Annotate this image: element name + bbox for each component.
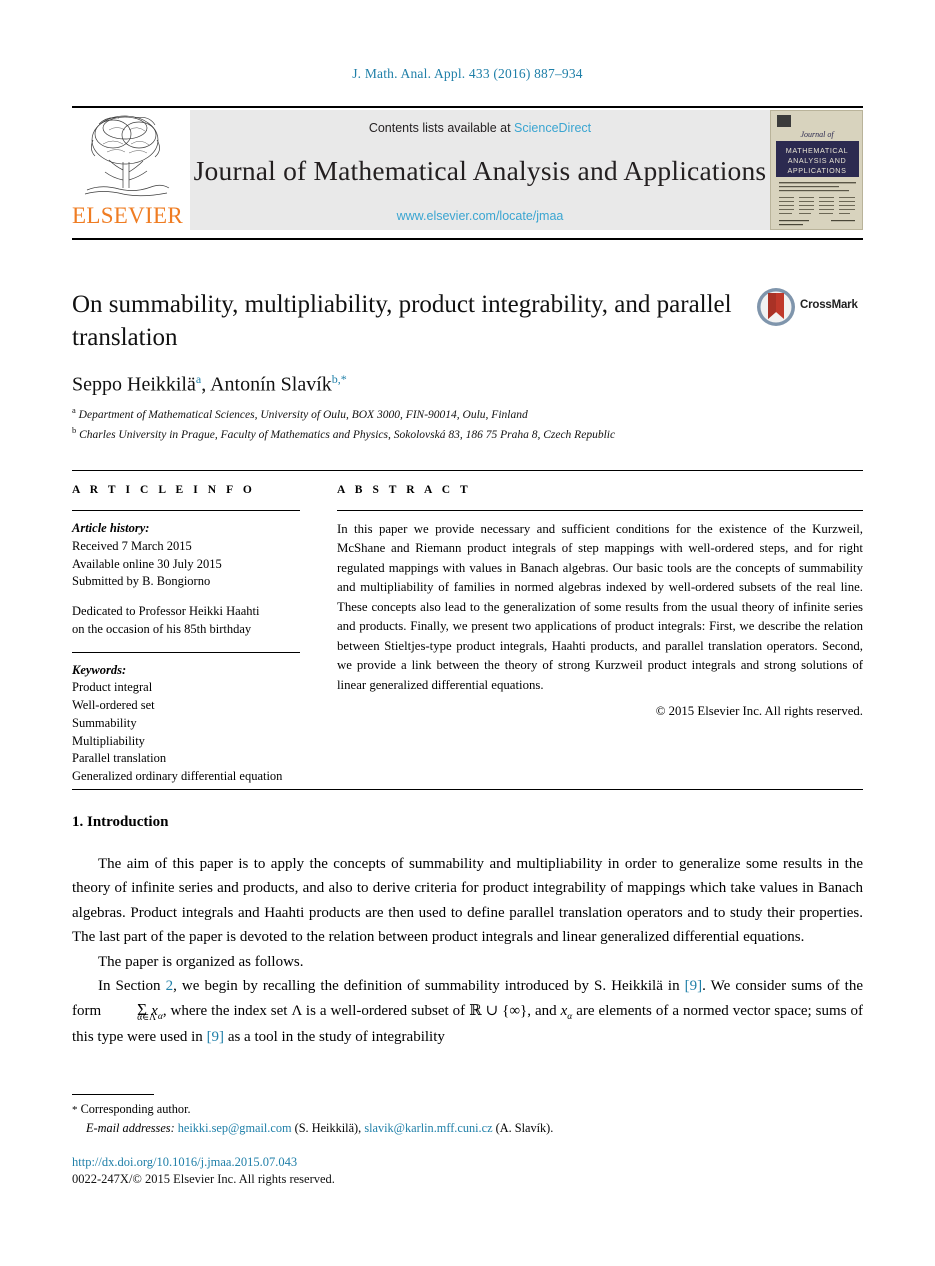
paragraph-1: The aim of this paper is to apply the co… xyxy=(72,856,863,946)
author-list: Seppo Heikkiläa, Antonín Slavíkb,* xyxy=(72,372,347,396)
cover-artwork: Journal of MATHEMATICAL ANALYSIS AND APP… xyxy=(771,111,862,229)
article-history-heading: Article history: xyxy=(72,521,150,535)
issn-copyright-line: 0022-247X/© 2015 Elsevier Inc. All right… xyxy=(72,1172,335,1186)
email-owner-2: (A. Slavík). xyxy=(495,1120,554,1135)
band-rule-bottom xyxy=(72,789,863,790)
affiliation-text-b: Charles University in Prague, Faculty of… xyxy=(79,428,616,441)
paragraph-2: The paper is organized as follows. xyxy=(98,953,304,970)
email-label: E-mail addresses: xyxy=(86,1120,175,1135)
affiliations: a Department of Mathematical Sciences, U… xyxy=(72,404,862,443)
email-owner-1: (S. Heikkilä), xyxy=(294,1120,362,1135)
email-note: E-mail addresses: heikki.sep@gmail.com (… xyxy=(72,1119,863,1137)
section-reference-link[interactable]: 2 xyxy=(166,978,174,994)
running-head: J. Math. Anal. Appl. 433 (2016) 887–934 xyxy=(352,66,583,81)
abstract-kicker: A B S T R A C T xyxy=(337,484,472,496)
section-heading-introduction: 1. Introduction xyxy=(72,814,169,830)
keyword-item: Well-ordered set xyxy=(72,698,155,712)
para3-part-d: , where the index set Λ is a well-ordere… xyxy=(162,1002,557,1019)
citation-link-9b[interactable]: [9] xyxy=(207,1029,225,1045)
summand-subscript-2: α xyxy=(567,1011,573,1022)
keyword-item: Multipliability xyxy=(72,733,145,748)
header-rule-top xyxy=(72,106,863,108)
contents-line: Contents lists available at ScienceDirec… xyxy=(190,121,770,135)
crossmark-label: CrossMark xyxy=(800,299,858,311)
history-item: Received 7 March 2015 xyxy=(72,538,192,553)
svg-text:ANALYSIS AND: ANALYSIS AND xyxy=(788,156,847,165)
keywords-heading: Keywords: xyxy=(72,662,127,677)
para3-part-b: , we begin by recalling the definition o… xyxy=(173,978,680,995)
dedication-line: on the occasion of his 85th birthday xyxy=(72,621,252,636)
footnote-rule xyxy=(72,1094,154,1095)
body-content: The aim of this paper is to apply the co… xyxy=(72,852,863,1050)
paper-page: J. Math. Anal. Appl. 433 (2016) 887–934 xyxy=(0,0,935,1266)
email-link-1[interactable]: heikki.sep@gmail.com xyxy=(178,1121,292,1135)
article-info-kicker: A R T I C L E I N F O xyxy=(72,484,256,496)
history-item: Submitted by B. Bongiorno xyxy=(72,574,211,589)
affiliation-a: a Department of Mathematical Sciences, U… xyxy=(72,404,862,424)
elsevier-tree-icon xyxy=(84,115,170,197)
history-item: Available online 30 July 2015 xyxy=(72,556,222,571)
header-rule-bottom xyxy=(72,238,863,240)
journal-header: ELSEVIER Contents lists available at Sci… xyxy=(72,110,863,230)
abstract-copyright: © 2015 Elsevier Inc. All rights reserved… xyxy=(655,703,863,718)
footnote-block: * Corresponding author. E-mail addresses… xyxy=(72,1100,863,1137)
journal-url-link[interactable]: www.elsevier.com/locate/jmaa xyxy=(190,209,770,223)
article-info-column: A R T I C L E I N F O Article history: R… xyxy=(72,484,300,786)
keyword-item: Summability xyxy=(72,715,137,730)
citation-link-9[interactable]: [9] xyxy=(685,978,703,994)
keyword-item: Product integral xyxy=(72,680,153,695)
page-title: On summability, multipliability, product… xyxy=(72,291,732,351)
doi-link[interactable]: http://dx.doi.org/10.1016/j.jmaa.2015.07… xyxy=(72,1155,297,1170)
svg-text:Journal of: Journal of xyxy=(800,130,835,139)
elsevier-logo: ELSEVIER xyxy=(72,110,183,230)
journal-cover-thumbnail: Journal of MATHEMATICAL ANALYSIS AND APP… xyxy=(770,110,863,230)
keywords-block: Keywords: Product integral Well-ordered … xyxy=(72,662,300,786)
summand-term-2: xα xyxy=(561,1003,573,1022)
affiliation-marker-a: a xyxy=(72,405,76,415)
abstract-rule xyxy=(337,510,863,511)
summation-index: α∈Λ xyxy=(137,1012,157,1023)
article-info-rule xyxy=(72,510,300,511)
article-history: Article history: Received 7 March 2015 A… xyxy=(72,520,300,639)
corresponding-text: Corresponding author. xyxy=(80,1102,191,1116)
dedication-line: Dedicated to Professor Heikki Haahti xyxy=(72,604,260,618)
crossmark-badge[interactable]: CrossMark xyxy=(755,286,863,330)
keyword-item: Parallel translation xyxy=(72,751,167,766)
sciencedirect-link[interactable]: ScienceDirect xyxy=(514,121,591,135)
paragraph-3: In Section 2, we begin by recalling the … xyxy=(72,974,863,1049)
affiliation-text-a: Department of Mathematical Sciences, Uni… xyxy=(78,408,528,421)
svg-text:MATHEMATICAL: MATHEMATICAL xyxy=(786,146,848,155)
contents-prefix: Contents lists available at xyxy=(368,121,511,135)
elsevier-wordmark: ELSEVIER xyxy=(72,203,183,228)
band-rule-top xyxy=(72,470,863,471)
para3-part-f: as a tool in the study of integrability xyxy=(227,1029,445,1046)
svg-text:APPLICATIONS: APPLICATIONS xyxy=(788,166,847,175)
email-link-2[interactable]: slavik@karlin.mff.cuni.cz xyxy=(364,1121,492,1135)
abstract-column: A B S T R A C T In this paper we provide… xyxy=(337,484,863,719)
corresponding-marker: * xyxy=(72,1104,78,1116)
journal-banner: Contents lists available at ScienceDirec… xyxy=(190,110,770,230)
keywords-rule xyxy=(72,651,300,653)
abstract-text: In this paper we provide necessary and s… xyxy=(337,522,863,692)
affiliation-marker-b: b xyxy=(72,424,77,435)
para3-part-a: In Section xyxy=(98,978,161,995)
keyword-item: Generalized ordinary differential equati… xyxy=(72,769,283,783)
crossmark-icon xyxy=(757,288,795,326)
corresponding-author-note: * Corresponding author. xyxy=(72,1100,863,1119)
summation-symbol: Σ α∈Λ xyxy=(111,999,157,1023)
affiliation-b: b Charles University in Prague, Faculty … xyxy=(72,424,862,444)
journal-title: Journal of Mathematical Analysis and App… xyxy=(193,155,767,186)
